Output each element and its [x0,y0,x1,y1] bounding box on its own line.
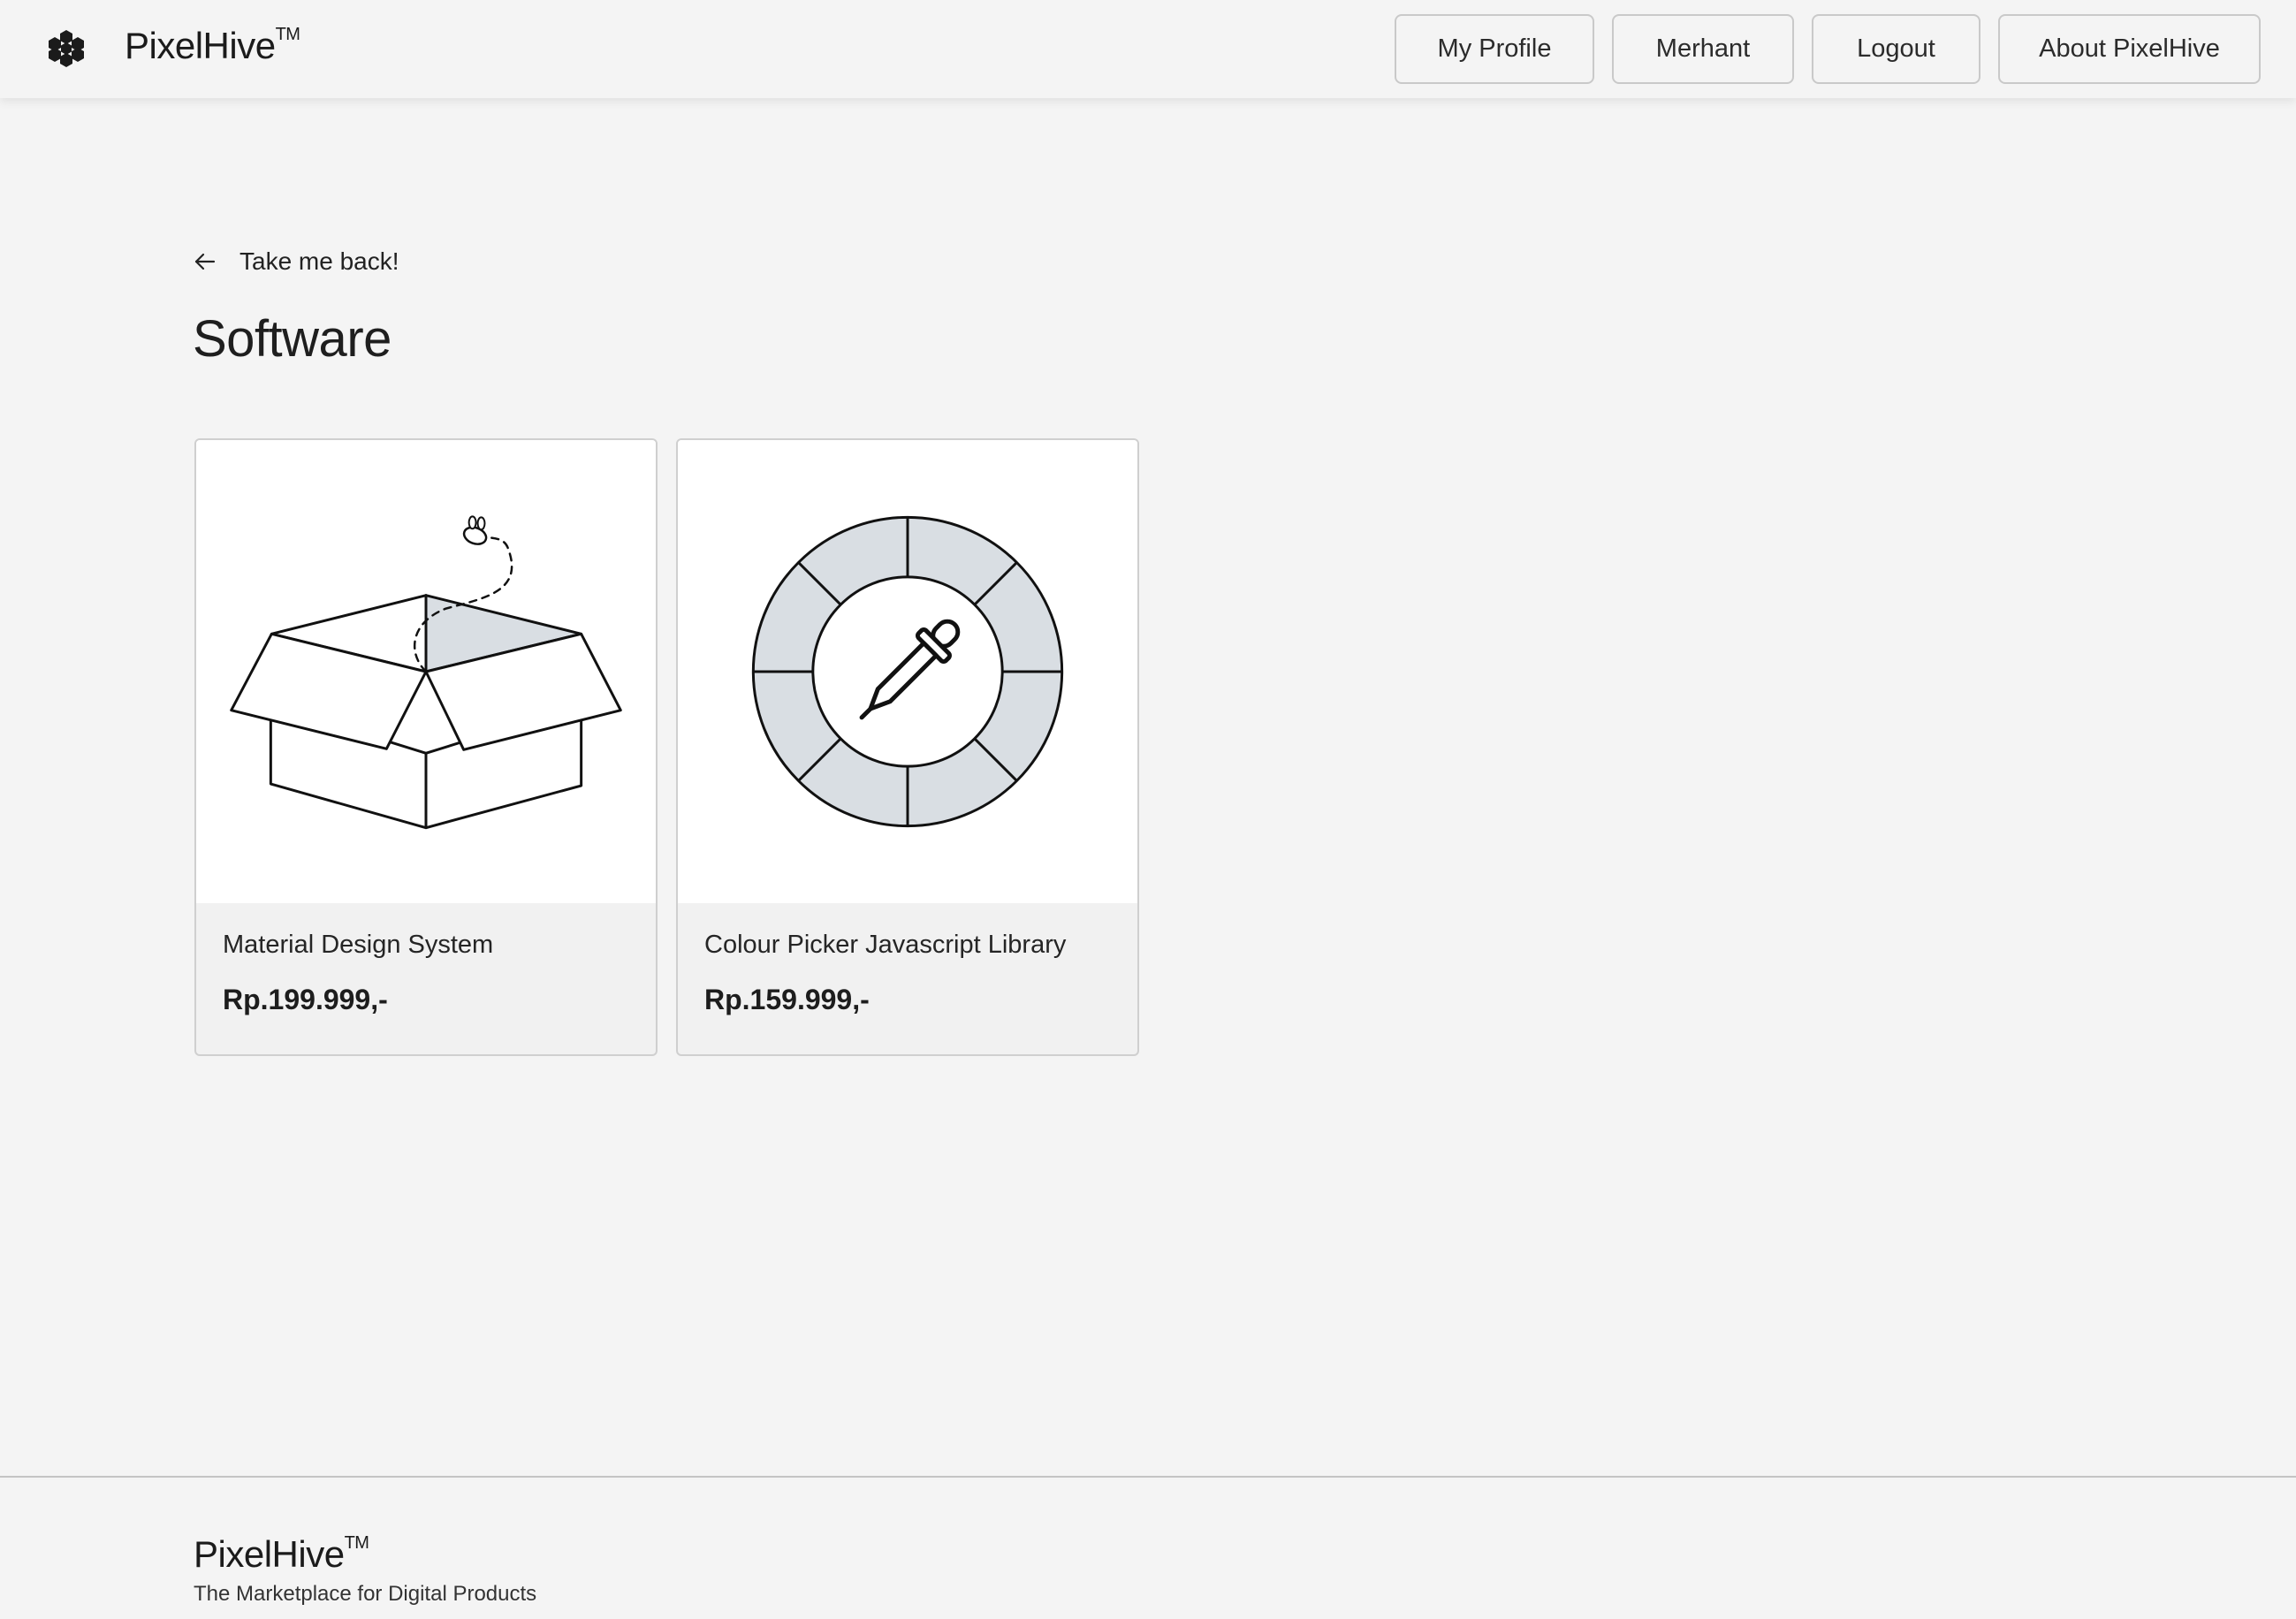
my-profile-button[interactable]: My Profile [1395,14,1594,84]
product-grid: Material Design System Rp.199.999,- Colo… [194,438,1139,1056]
footer-brand-trademark: TM [344,1533,369,1553]
footer-tagline: The Marketplace for Digital Products [194,1582,537,1606]
footer-brand-name: PixelHive [194,1533,345,1575]
product-name: Material Design System [223,931,494,959]
nav-menu: My Profile Merhant Logout About PixelHiv… [1395,14,2261,84]
product-name: Colour Picker Javascript Library [704,931,1067,959]
open-box-with-bee-icon [230,515,622,830]
brand-logo[interactable]: PixelHiveTM [125,25,300,67]
brand-name: PixelHive [125,25,276,66]
logout-button[interactable]: Logout [1812,14,1980,84]
page-title: Software [193,310,392,368]
product-price: Rp.199.999,- [223,984,388,1015]
product-card[interactable]: Material Design System Rp.199.999,- [194,438,658,1056]
footer-divider [0,1476,2296,1478]
product-image [678,440,1137,903]
back-link[interactable]: Take me back! [194,247,399,276]
hexagon-cluster-icon[interactable] [46,28,87,69]
color-wheel-eyedropper-icon [751,515,1064,828]
footer-brand: PixelHiveTM [194,1533,369,1576]
brand-trademark: TM [275,25,300,44]
product-price: Rp.159.999,- [704,984,870,1015]
page: PixelHiveTM My Profile Merhant Logout Ab… [0,0,2296,1619]
top-navbar: PixelHiveTM My Profile Merhant Logout Ab… [0,0,2296,98]
product-card[interactable]: Colour Picker Javascript Library Rp.159.… [676,438,1139,1056]
product-image [196,440,656,903]
about-button[interactable]: About PixelHive [1998,14,2261,84]
arrow-left-icon [194,250,217,273]
back-link-label: Take me back! [239,247,399,275]
merchant-button[interactable]: Merhant [1612,14,1794,84]
